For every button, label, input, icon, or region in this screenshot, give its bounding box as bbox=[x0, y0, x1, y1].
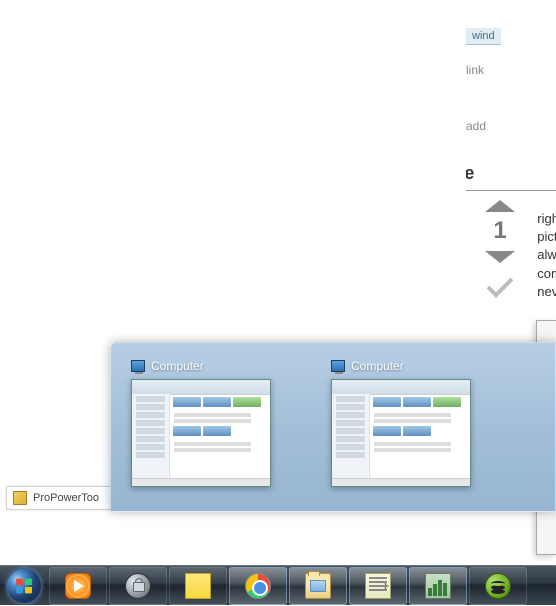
thumbnail-image[interactable] bbox=[331, 379, 471, 487]
media-player-icon bbox=[65, 573, 91, 599]
downvote-button[interactable] bbox=[485, 251, 515, 263]
answers-heading: 1 Answe bbox=[466, 163, 556, 191]
window-thumbnail[interactable]: Computer bbox=[331, 359, 471, 495]
computer-icon bbox=[131, 360, 145, 372]
start-button[interactable] bbox=[0, 566, 48, 606]
taskbar-item-explorer[interactable] bbox=[289, 567, 347, 605]
chart-icon bbox=[425, 573, 451, 599]
add-comment[interactable]: add bbox=[466, 119, 556, 133]
taskbar bbox=[0, 565, 556, 605]
taskbar-item-sticky-notes[interactable] bbox=[169, 567, 227, 605]
webpage-background: wind link add 1 Answe 1 righ pict alwa c… bbox=[0, 0, 556, 560]
lock-icon bbox=[125, 573, 151, 599]
computer-icon bbox=[331, 360, 345, 372]
window-thumbnail[interactable]: Computer bbox=[131, 359, 271, 495]
vote-controls: 1 bbox=[482, 200, 518, 302]
taskbar-item-chrome[interactable] bbox=[229, 567, 287, 605]
question-tag[interactable]: wind bbox=[466, 28, 501, 45]
sticky-note-icon bbox=[185, 573, 211, 599]
folder-icon bbox=[305, 573, 331, 599]
thumbnail-image[interactable] bbox=[131, 379, 271, 487]
thumbnail-title: Computer bbox=[151, 359, 204, 373]
notepad-icon bbox=[365, 573, 391, 599]
app-icon bbox=[13, 491, 27, 505]
vote-count: 1 bbox=[482, 217, 518, 245]
upvote-button[interactable] bbox=[485, 200, 515, 212]
taskbar-item-secure-app[interactable] bbox=[109, 567, 167, 605]
windows-logo-icon bbox=[6, 568, 42, 604]
taskbar-tooltip[interactable]: ProPowerToo bbox=[6, 486, 122, 510]
tooltip-label: ProPowerToo bbox=[33, 492, 99, 504]
spotify-icon bbox=[485, 573, 511, 599]
thumbnail-title: Computer bbox=[351, 359, 404, 373]
taskbar-item-notepadpp[interactable] bbox=[349, 567, 407, 605]
aero-peek-preview: Computer Computer bbox=[110, 342, 556, 512]
taskbar-item-taskmanager[interactable] bbox=[409, 567, 467, 605]
taskbar-item-media-player[interactable] bbox=[49, 567, 107, 605]
taskbar-item-spotify[interactable] bbox=[469, 567, 527, 605]
link-action[interactable]: link bbox=[466, 63, 556, 77]
chrome-icon bbox=[245, 573, 271, 599]
accept-answer-icon[interactable] bbox=[482, 275, 518, 302]
answer-text: righ pict alwa com nev bbox=[537, 210, 556, 301]
